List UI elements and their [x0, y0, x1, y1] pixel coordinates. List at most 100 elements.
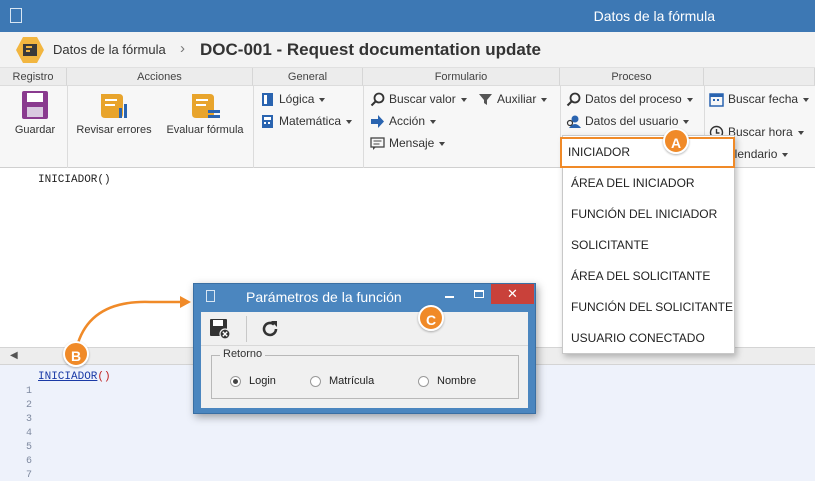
chevron-down-icon: [439, 141, 446, 146]
radio-login[interactable]: Login: [230, 375, 276, 387]
chevron-down-icon: [683, 119, 690, 124]
calculator-icon: [262, 115, 273, 129]
chevron-down-icon: [319, 97, 326, 102]
filter-icon: [479, 94, 492, 106]
group-proceso: Proceso: [560, 68, 704, 86]
evaluar-formula-button[interactable]: Evaluar fórmula: [164, 90, 246, 136]
line-number: 1: [25, 386, 32, 397]
chevron-down-icon: [797, 130, 804, 135]
evaluar-formula-label: Evaluar fórmula: [166, 124, 244, 136]
page-title: DOC-001 - Request documentation update: [200, 40, 541, 59]
accion-label: Acción: [389, 114, 426, 128]
matematica-label: Matemática: [279, 114, 342, 128]
callout-badge-a: A: [663, 128, 689, 154]
datos-proceso-menu-button[interactable]: Datos del proceso: [566, 89, 693, 109]
divider: [246, 316, 247, 342]
calendar-icon: [709, 93, 724, 108]
dialog-title: Parámetros de la función: [246, 289, 402, 305]
maximize-icon[interactable]: [474, 290, 484, 298]
minimize-icon[interactable]: [445, 296, 454, 298]
logic-book-icon: [262, 93, 273, 107]
group-registro: Registro: [0, 68, 67, 86]
chevron-down-icon: [541, 97, 548, 102]
divider: [253, 86, 254, 168]
auxiliar-menu-button[interactable]: Auxiliar: [478, 89, 548, 109]
breadcrumb: Datos de la fórmula › DOC-001 - Request …: [0, 32, 815, 68]
buscar-fecha-menu-button[interactable]: Buscar fecha: [709, 89, 810, 109]
matematica-menu-button[interactable]: Matemática: [260, 111, 353, 131]
mensaje-menu-button[interactable]: Mensaje: [370, 133, 446, 153]
radio-label: Matrícula: [329, 375, 375, 387]
code-line[interactable]: INICIADOR(): [38, 371, 111, 383]
dialog-body: Retorno Login Matrícula Nombre: [201, 312, 528, 408]
line-number: 7: [25, 470, 32, 481]
group-fecha: [704, 68, 815, 86]
function-parameters-dialog: Parámetros de la función ✕ Retorno Login…: [193, 283, 536, 414]
dialog-titlebar[interactable]: Parámetros de la función ✕: [194, 284, 535, 310]
divider: [363, 86, 364, 168]
save-button[interactable]: Guardar: [10, 90, 60, 136]
line-number: 3: [25, 414, 32, 425]
dropdown-item-area-iniciador[interactable]: ÁREA DEL INICIADOR: [563, 168, 734, 199]
radio-indicator[interactable]: [310, 375, 321, 387]
calendario-label: alendario: [728, 147, 778, 161]
revisar-errores-label: Revisar errores: [76, 124, 152, 136]
document-icon: [206, 290, 215, 302]
window-title: Datos de la fórmula: [593, 8, 715, 24]
radio-matricula[interactable]: Matrícula: [310, 375, 374, 387]
dropdown-item-iniciador[interactable]: INICIADOR: [560, 137, 735, 168]
accion-menu-button[interactable]: Acción: [370, 111, 437, 131]
line-number: [0, 371, 35, 385]
dropdown-item-area-solicitante[interactable]: ÁREA DEL SOLICITANTE: [563, 261, 734, 292]
formula-hex-icon: [16, 37, 44, 63]
breadcrumb-item-formula[interactable]: Datos de la fórmula: [53, 42, 166, 57]
radio-indicator[interactable]: [418, 375, 429, 387]
buscar-fecha-label: Buscar fecha: [728, 92, 799, 106]
formula-preview-text: INICIADOR(): [38, 174, 111, 186]
dropdown-item-funcion-iniciador[interactable]: FUNCIÓN DEL INICIADOR: [563, 199, 734, 230]
buscar-hora-label: Buscar hora: [728, 125, 793, 139]
dialog-toolbar: [201, 312, 528, 346]
chevron-down-icon: [782, 152, 789, 157]
revisar-errores-button[interactable]: Revisar errores: [74, 90, 154, 136]
save-label: Guardar: [14, 124, 56, 136]
mensaje-label: Mensaje: [389, 136, 435, 150]
datos-usuario-dropdown: INICIADOR ÁREA DEL INICIADOR FUNCIÓN DEL…: [560, 135, 735, 354]
dropdown-item-usuario-conectado[interactable]: USUARIO CONECTADO: [563, 323, 734, 354]
search-icon: [370, 92, 385, 107]
dropdown-item-funcion-solicitante[interactable]: FUNCIÓN DEL SOLICITANTE: [563, 292, 734, 323]
retorno-legend: Retorno: [220, 348, 266, 360]
datos-usuario-label: Datos del usuario: [585, 114, 679, 128]
group-formulario: Formulario: [363, 68, 560, 86]
message-icon: [370, 137, 385, 151]
arrow-right-icon: [371, 115, 384, 129]
search-icon: [566, 92, 581, 107]
function-name[interactable]: INICIADOR: [38, 371, 97, 383]
buscar-valor-label: Buscar valor: [389, 92, 456, 106]
scroll-evaluate-icon: [192, 94, 220, 118]
radio-nombre[interactable]: Nombre: [418, 375, 476, 387]
callout-badge-c: C: [418, 305, 444, 331]
chevron-left-icon[interactable]: ◀: [10, 350, 18, 361]
line-number: 2: [25, 400, 32, 411]
chevron-down-icon: [803, 97, 810, 102]
function-parens: (): [97, 371, 111, 383]
dropdown-item-solicitante[interactable]: SOLICITANTE: [563, 230, 734, 261]
line-number: 4: [25, 428, 32, 439]
buscar-valor-menu-button[interactable]: Buscar valor: [370, 89, 467, 109]
logica-menu-button[interactable]: Lógica: [260, 89, 326, 109]
radio-label: Nombre: [437, 375, 477, 387]
auxiliar-label: Auxiliar: [497, 92, 537, 106]
datos-proceso-label: Datos del proceso: [585, 92, 682, 106]
chevron-down-icon: [430, 119, 437, 124]
logica-label: Lógica: [279, 92, 315, 106]
refresh-icon[interactable]: [259, 318, 281, 340]
radio-indicator[interactable]: [230, 375, 241, 387]
breadcrumb-separator: ›: [180, 40, 185, 57]
chevron-down-icon: [460, 97, 467, 102]
callout-badge-b: B: [63, 341, 89, 367]
close-button[interactable]: ✕: [491, 284, 534, 304]
chevron-down-icon: [686, 97, 693, 102]
floppy-icon: [22, 91, 48, 119]
save-close-icon[interactable]: [209, 318, 231, 340]
